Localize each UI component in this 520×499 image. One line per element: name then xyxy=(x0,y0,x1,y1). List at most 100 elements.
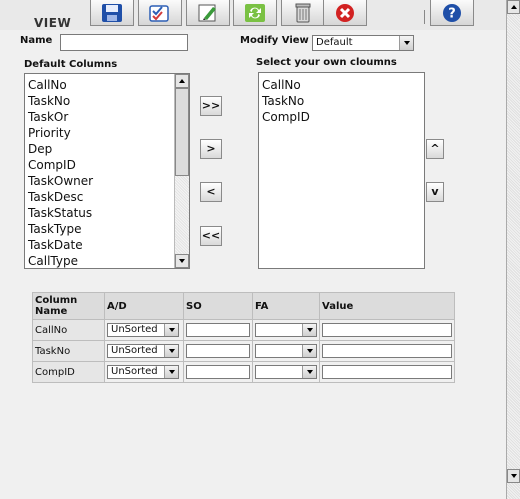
move-up-button[interactable]: ^ xyxy=(426,139,444,159)
value-input[interactable] xyxy=(322,365,452,379)
checklist-icon xyxy=(149,4,169,22)
chevron-down-icon[interactable] xyxy=(302,324,316,336)
page-scroll-up-button[interactable] xyxy=(507,0,520,14)
ad-select[interactable]: UnSorted xyxy=(107,323,179,337)
row-column-name: CompID xyxy=(32,361,105,383)
list-item[interactable]: TaskStatus xyxy=(28,205,92,221)
list-item[interactable]: TaskType xyxy=(28,221,81,237)
close-icon xyxy=(336,3,354,22)
svg-text:?: ? xyxy=(448,6,456,21)
table-row: CallNo UnSorted xyxy=(32,319,455,341)
edit-button[interactable] xyxy=(186,0,230,26)
refresh-button[interactable] xyxy=(233,0,277,26)
scroll-thumb[interactable] xyxy=(175,88,189,176)
fa-cell xyxy=(252,319,320,341)
refresh-icon xyxy=(245,3,265,22)
list-item[interactable]: TaskDesc xyxy=(28,189,83,205)
list-item[interactable]: TaskNo xyxy=(28,93,70,109)
ad-cell: UnSorted xyxy=(104,361,184,383)
list-item[interactable]: CallNo xyxy=(28,77,67,93)
chevron-down-icon[interactable] xyxy=(399,36,413,50)
list-item[interactable]: CallNo xyxy=(262,77,301,93)
list-item[interactable]: TaskOr xyxy=(28,109,68,125)
ad-select[interactable]: UnSorted xyxy=(107,344,179,358)
chevron-down-icon[interactable] xyxy=(302,366,316,378)
so-input[interactable] xyxy=(186,344,250,358)
name-label: Name xyxy=(20,35,53,46)
so-cell xyxy=(183,319,253,341)
fa-select[interactable] xyxy=(255,344,317,358)
chevron-down-icon[interactable] xyxy=(302,345,316,357)
page-scroll-down-button[interactable] xyxy=(507,469,520,483)
so-input[interactable] xyxy=(186,323,250,337)
ad-value: UnSorted xyxy=(111,345,158,356)
modify-view-select[interactable]: Default xyxy=(312,35,414,51)
chevron-down-icon[interactable] xyxy=(164,366,178,378)
remove-all-button[interactable]: << xyxy=(200,226,222,246)
ad-value: UnSorted xyxy=(111,324,158,335)
so-cell xyxy=(183,361,253,383)
so-input[interactable] xyxy=(186,365,250,379)
row-column-name: TaskNo xyxy=(32,340,105,362)
delete-button[interactable] xyxy=(281,0,325,26)
list-item[interactable]: CallType xyxy=(28,253,78,268)
scroll-up-button[interactable] xyxy=(175,74,189,88)
trash-icon xyxy=(295,3,311,22)
selected-columns-list[interactable]: CallNo TaskNo CompID xyxy=(258,72,425,269)
ad-select[interactable]: UnSorted xyxy=(107,365,179,379)
toolbar-separator xyxy=(424,10,425,24)
table-row: CompID UnSorted xyxy=(32,361,455,383)
scroll-down-button[interactable] xyxy=(175,254,189,268)
page-scrollbar[interactable] xyxy=(506,0,520,499)
value-input[interactable] xyxy=(322,323,452,337)
list-item[interactable]: Priority xyxy=(28,125,71,141)
header-fa: FA xyxy=(252,292,320,320)
modify-view-value: Default xyxy=(316,37,353,48)
fa-select[interactable] xyxy=(255,323,317,337)
header-value: Value xyxy=(319,292,455,320)
ad-value: UnSorted xyxy=(111,366,158,377)
chevron-down-icon xyxy=(510,474,517,478)
list-item[interactable]: TaskNo xyxy=(262,93,304,109)
value-cell xyxy=(319,340,455,362)
default-columns-label: Default Columns xyxy=(24,59,118,70)
move-down-button[interactable]: v xyxy=(426,182,444,202)
header-column-name: Column Name xyxy=(32,292,105,320)
so-cell xyxy=(183,340,253,362)
selected-columns-label: Select your own cloumns xyxy=(256,57,397,68)
row-column-name: CallNo xyxy=(32,319,105,341)
chevron-up-icon xyxy=(510,5,517,9)
list-scrollbar[interactable] xyxy=(174,74,189,268)
checklist-button[interactable] xyxy=(138,0,182,26)
modify-view-label: Modify View xyxy=(240,35,309,46)
ad-cell: UnSorted xyxy=(104,340,184,362)
default-columns-list[interactable]: CallNo TaskNo TaskOr Priority Dep CompID… xyxy=(24,73,190,269)
value-cell xyxy=(319,361,455,383)
chevron-down-icon[interactable] xyxy=(164,324,178,336)
list-item[interactable]: CompID xyxy=(28,157,76,173)
list-item[interactable]: TaskDate xyxy=(28,237,83,253)
add-all-button[interactable]: >> xyxy=(200,96,222,116)
help-button[interactable]: ? xyxy=(430,0,474,26)
list-item[interactable]: Dep xyxy=(28,141,52,157)
name-input[interactable] xyxy=(60,34,188,51)
table-row: TaskNo UnSorted xyxy=(32,340,455,362)
list-item[interactable]: TaskOwner xyxy=(28,173,93,189)
list-item[interactable]: CompID xyxy=(262,109,310,125)
ad-cell: UnSorted xyxy=(104,319,184,341)
page-title: VIEW xyxy=(34,16,72,30)
value-cell xyxy=(319,319,455,341)
save-button[interactable] xyxy=(90,0,134,26)
help-icon: ? xyxy=(443,3,461,22)
chevron-down-icon xyxy=(179,259,185,263)
value-input[interactable] xyxy=(322,344,452,358)
add-button[interactable]: > xyxy=(200,139,222,159)
fa-select[interactable] xyxy=(255,365,317,379)
remove-button[interactable]: < xyxy=(200,182,222,202)
column-settings-table: Column Name A/D SO FA Value CallNo UnSor… xyxy=(32,292,455,383)
chevron-down-icon[interactable] xyxy=(164,345,178,357)
table-header-row: Column Name A/D SO FA Value xyxy=(32,292,455,320)
edit-icon xyxy=(198,4,216,21)
close-button[interactable] xyxy=(323,0,367,26)
fa-cell xyxy=(252,340,320,362)
